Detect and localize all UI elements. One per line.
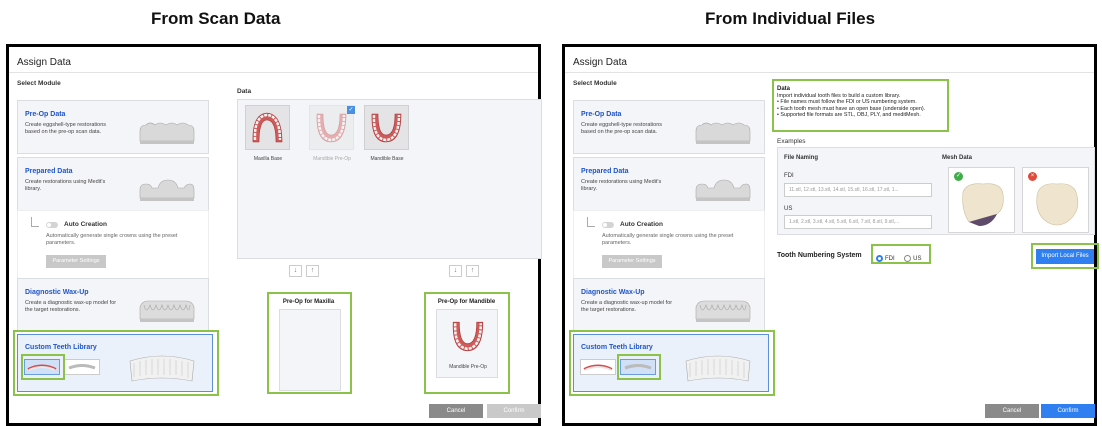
auto-creation-desc: Automatically generate single crowns usi… (602, 233, 734, 246)
data-label: Data (237, 88, 252, 95)
module-waxup-desc: Create a diagnostic wax-up model for the… (25, 300, 117, 313)
assign-data-dialog: Assign Data Select Module Pre-Op Data Cr… (9, 47, 542, 423)
examples-box: File Naming FDI 11.stl, 12.stl, 13.stl, … (777, 147, 1095, 235)
module-waxup-title: Diagnostic Wax-Up (581, 289, 645, 296)
tooth-closed-base-icon (1036, 183, 1079, 226)
dialog-title: Assign Data (573, 57, 627, 68)
mandible-base-label: Mandible Base (370, 156, 404, 162)
fdi-example-field: 11.stl, 12.stl, 13.stl, 14.stl, 15.stl, … (784, 183, 932, 197)
title-divider (9, 72, 538, 73)
module-prepared-card[interactable]: Prepared Data Create restorations using … (17, 157, 209, 211)
auto-creation-title: Auto Creation (620, 221, 663, 228)
tree-connector (31, 217, 39, 227)
maxilla-base-label: Maxilla Base (253, 156, 283, 162)
assign-data-dialog-files: Assign Data Select Module Pre-Op Data Cr… (565, 47, 1099, 423)
highlight-library-thumb (21, 354, 65, 380)
module-prepared-desc: Create restorations using Medit's librar… (25, 179, 106, 192)
module-waxup-title: Diagnostic Wax-Up (25, 289, 89, 296)
move-up-maxilla-button[interactable]: ↑ (306, 265, 319, 277)
cancel-button[interactable]: Cancel (985, 404, 1039, 418)
prepared-model-icon (695, 179, 751, 201)
highlight-library-thumb (617, 354, 661, 380)
highlight-preop-maxilla (267, 292, 352, 394)
highlight-numbering (871, 244, 931, 264)
module-waxup-desc: Create a diagnostic wax-up model for the… (581, 300, 673, 313)
auto-creation-box: Auto Creation Automatically generate sin… (573, 210, 765, 286)
mandible-base-tile[interactable] (364, 105, 409, 150)
module-preop-title: Pre-Op Data (581, 111, 622, 118)
heading-scan-data: From Scan Data (151, 9, 281, 28)
auto-creation-desc: Automatically generate single crowns usi… (46, 233, 178, 246)
preop-model-icon (695, 122, 751, 144)
auto-creation-toggle[interactable] (602, 222, 614, 228)
maxilla-base-tile[interactable] (245, 105, 290, 150)
fdi-label: FDI (784, 173, 794, 179)
tooth-open-base-icon (962, 183, 1004, 226)
move-down-maxilla-button[interactable]: ↓ (289, 265, 302, 277)
mandible-base-icon (371, 113, 402, 143)
select-module-label: Select Module (573, 80, 617, 87)
highlight-import (1031, 243, 1099, 269)
mandible-preop-label: Mandible Pre-Op (313, 156, 351, 162)
examples-label: Examples (777, 138, 806, 145)
preop-model-icon (139, 122, 195, 144)
tree-connector (587, 217, 595, 227)
mesh-bad-example: × (1022, 167, 1089, 233)
parameter-settings-button[interactable]: Parameter Settings (46, 255, 106, 268)
auto-creation-title: Auto Creation (64, 221, 107, 228)
cancel-button[interactable]: Cancel (429, 404, 483, 418)
maxilla-base-icon (252, 112, 283, 143)
select-module-label: Select Module (17, 80, 61, 87)
scan-data-panel: Assign Data Select Module Pre-Op Data Cr… (6, 44, 542, 426)
module-prepared-title: Prepared Data (25, 168, 73, 175)
selected-check-icon: ✓ (347, 106, 355, 114)
us-label: US (784, 206, 793, 212)
dialog-title: Assign Data (17, 57, 71, 68)
module-prepared-card[interactable]: Prepared Data Create restorations using … (573, 157, 765, 211)
module-preop-desc: Create eggshell-type restorations based … (581, 122, 663, 135)
us-example-field: 1.stl, 2.stl, 3.stl, 4.stl, 5.stl, 6.stl… (784, 215, 932, 229)
highlight-info (772, 79, 949, 132)
scan-data-area: Maxilla Base ✓ Mandible Pre-Op Mandible … (237, 99, 542, 259)
waxup-model-icon (695, 300, 751, 322)
title-divider (565, 72, 1094, 73)
module-preop-title: Pre-Op Data (25, 111, 66, 118)
file-naming-label: File Naming (784, 155, 819, 161)
confirm-button[interactable]: Confirm (1041, 404, 1095, 418)
module-prepared-desc: Create restorations using Medit's librar… (581, 179, 662, 192)
numbering-system-label: Tooth Numbering System (777, 252, 862, 259)
waxup-model-icon (139, 300, 195, 322)
module-preop-desc: Create eggshell-type restorations based … (25, 122, 107, 135)
move-down-mandible-button[interactable]: ↓ (449, 265, 462, 277)
prepared-model-icon (139, 179, 195, 201)
mesh-good-example: ✓ (948, 167, 1015, 233)
module-preop-card[interactable]: Pre-Op Data Create eggshell-type restora… (573, 100, 765, 154)
highlight-preop-mandible (424, 292, 510, 394)
module-waxup-card[interactable]: Diagnostic Wax-Up Create a diagnostic wa… (573, 278, 765, 332)
mesh-data-label: Mesh Data (942, 155, 973, 161)
module-prepared-title: Prepared Data (581, 168, 629, 175)
heading-individual-files: From Individual Files (705, 9, 876, 28)
parameter-settings-button[interactable]: Parameter Settings (602, 255, 662, 268)
move-up-mandible-button[interactable]: ↑ (466, 265, 479, 277)
auto-creation-box: Auto Creation Automatically generate sin… (17, 210, 209, 286)
module-waxup-card[interactable]: Diagnostic Wax-Up Create a diagnostic wa… (17, 278, 209, 332)
module-preop-card[interactable]: Pre-Op Data Create eggshell-type restora… (17, 100, 209, 154)
individual-files-panel: Assign Data Select Module Pre-Op Data Cr… (562, 44, 1099, 426)
highlight-library-card (569, 330, 775, 396)
auto-creation-toggle[interactable] (46, 222, 58, 228)
confirm-button[interactable]: Confirm (487, 404, 541, 418)
